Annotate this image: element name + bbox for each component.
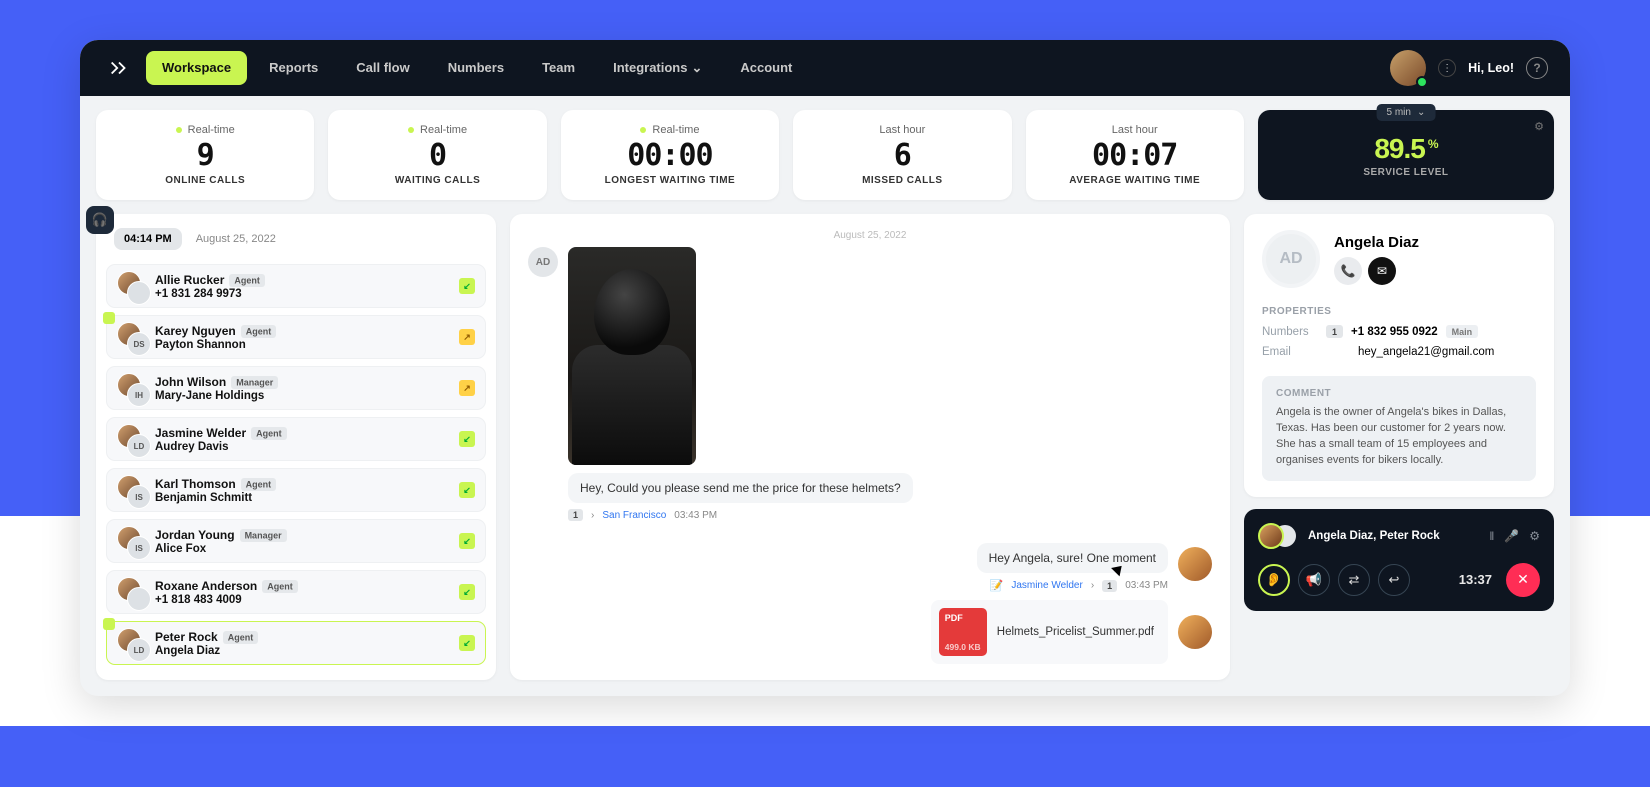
agent-avatar xyxy=(1178,547,1212,581)
listen-button[interactable]: 👂 xyxy=(1258,564,1290,596)
agent-avatar xyxy=(1178,615,1212,649)
direction-icon: ↗ xyxy=(459,380,475,396)
note-icon: 📝 xyxy=(990,579,1004,592)
contact-profile: AD Angela Diaz 📞 ✉ PROPERTIES Numbers 1 … xyxy=(1244,214,1554,497)
contact-email: hey_angela21@gmail.com xyxy=(1358,346,1494,358)
top-nav: Workspace Reports Call flow Numbers Team… xyxy=(80,40,1570,96)
nav-team[interactable]: Team xyxy=(526,51,591,85)
stat-service-level: 5 min⌄ ⚙ 89.5% SERVICE LEVEL xyxy=(1258,110,1554,200)
pdf-icon xyxy=(939,608,987,656)
user-avatar[interactable] xyxy=(1390,50,1426,86)
nav-numbers[interactable]: Numbers xyxy=(432,51,520,85)
gear-icon[interactable]: ⚙ xyxy=(1534,120,1544,133)
conversation-row[interactable]: Roxane AndersonAgent +1 818 483 4009 ↙ xyxy=(106,570,486,614)
nav-account[interactable]: Account xyxy=(724,51,808,85)
outgoing-message: Hey Angela, sure! One moment xyxy=(977,543,1168,573)
comment-box: COMMENT Angela is the owner of Angela's … xyxy=(1262,376,1536,481)
conversation-row[interactable]: DS Karey NguyenAgent Payton Shannon ↗ xyxy=(106,315,486,359)
conversation-row[interactable]: Allie RuckerAgent +1 831 284 9973 ↙ xyxy=(106,264,486,308)
contact-name: Angela Diaz xyxy=(1334,234,1419,251)
email-button[interactable]: ✉ xyxy=(1368,257,1396,285)
direction-icon: ↙ xyxy=(459,431,475,447)
whisper-button[interactable]: 📢 xyxy=(1298,564,1330,596)
incoming-message: Hey, Could you please send me the price … xyxy=(568,473,913,503)
conversation-row[interactable]: IS Jordan YoungManager Alice Fox ↙ xyxy=(106,519,486,563)
current-time: 04:14 PM xyxy=(114,228,182,250)
stat-longest-wait: Real-time 00:00 LONGEST WAITING TIME xyxy=(561,110,779,200)
help-icon[interactable]: ? xyxy=(1526,57,1548,79)
headset-icon[interactable]: 🎧 xyxy=(86,206,114,234)
more-icon[interactable]: ⋮ xyxy=(1438,59,1456,77)
sender-avatar: AD xyxy=(528,247,558,277)
chat-date: August 25, 2022 xyxy=(528,230,1212,241)
call-button[interactable]: 📞 xyxy=(1334,257,1362,285)
conversation-row[interactable]: IS Karl ThomsonAgent Benjamin Schmitt ↙ xyxy=(106,468,486,512)
agent-name: Jasmine Welder xyxy=(1011,580,1083,591)
direction-icon: ↙ xyxy=(459,278,475,294)
active-call-widget: Angela Diaz, Peter Rock ‖ 🎤 ⚙ 👂 📢 ⇄ ↩ 13… xyxy=(1244,509,1554,611)
chat-panel: August 25, 2022 AD Hey, Could you please… xyxy=(510,214,1230,680)
conversation-row[interactable]: LD Jasmine WelderAgent Audrey Davis ↙ xyxy=(106,417,486,461)
chevron-down-icon: ⌄ xyxy=(691,60,702,75)
attached-image[interactable] xyxy=(568,247,696,465)
conversations-panel: 🎧 04:14 PM August 25, 2022 Allie RuckerA… xyxy=(96,214,496,680)
conversation-row[interactable]: LD Peter RockAgent Angela Diaz ↙ xyxy=(106,621,486,665)
return-button[interactable]: ↩ xyxy=(1378,564,1410,596)
direction-icon: ↙ xyxy=(459,482,475,498)
stat-avg-wait: Last hour 00:07 AVERAGE WAITING TIME xyxy=(1026,110,1244,200)
hangup-button[interactable]: ✕ xyxy=(1506,563,1540,597)
stat-missed-calls: Last hour 6 MISSED CALLS xyxy=(793,110,1011,200)
nav-reports[interactable]: Reports xyxy=(253,51,334,85)
settings-icon[interactable]: ⚙ xyxy=(1529,529,1540,543)
call-duration: 13:37 xyxy=(1459,572,1492,587)
direction-icon: ↙ xyxy=(459,635,475,651)
msg-time: 03:43 PM xyxy=(674,510,717,521)
direction-icon: ↙ xyxy=(459,584,475,600)
nav-integrations[interactable]: Integrations⌄ xyxy=(597,51,718,85)
app-logo xyxy=(102,51,136,85)
direction-icon: ↙ xyxy=(459,533,475,549)
sl-timeframe[interactable]: 5 min⌄ xyxy=(1377,104,1436,121)
pause-icon[interactable]: ‖ xyxy=(1489,529,1494,543)
contact-avatar: AD xyxy=(1262,230,1320,288)
msg-location: San Francisco xyxy=(602,510,666,521)
nav-callflow[interactable]: Call flow xyxy=(340,51,425,85)
nav-workspace[interactable]: Workspace xyxy=(146,51,247,85)
file-attachment[interactable]: Helmets_Pricelist_Summer.pdf xyxy=(931,600,1168,664)
stat-waiting-calls: Real-time 0 WAITING CALLS xyxy=(328,110,546,200)
stat-online-calls: Real-time 9 ONLINE CALLS xyxy=(96,110,314,200)
transfer-button[interactable]: ⇄ xyxy=(1338,564,1370,596)
current-date: August 25, 2022 xyxy=(196,233,276,245)
call-avatars xyxy=(1258,521,1298,551)
mute-icon[interactable]: 🎤 xyxy=(1504,529,1519,543)
greeting: Hi, Leo! xyxy=(1468,61,1514,75)
direction-icon: ↗ xyxy=(459,329,475,345)
conversation-row[interactable]: IH John WilsonManager Mary-Jane Holdings… xyxy=(106,366,486,410)
